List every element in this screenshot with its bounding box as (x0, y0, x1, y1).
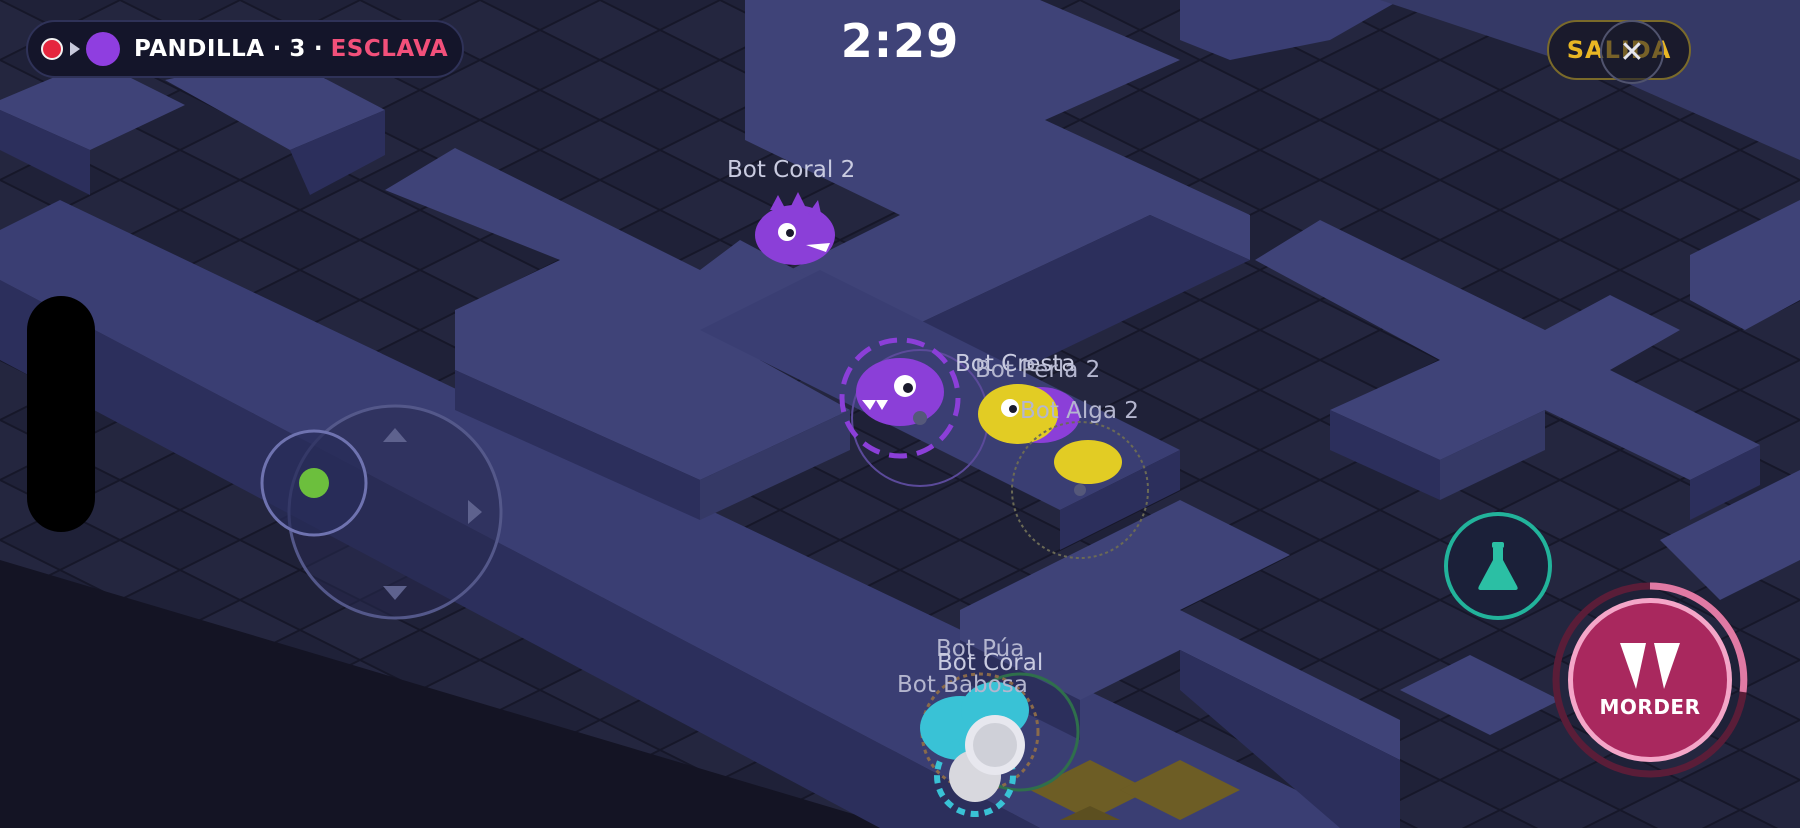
close-button[interactable]: ✕ (1600, 20, 1664, 84)
name-bot-coral-2: Bot Coral 2 (727, 157, 856, 183)
name-bot-babosa: Bot Babosa (897, 672, 1028, 698)
bite-control[interactable]: MORDER (1550, 580, 1750, 780)
team-label: PANDILLA (134, 36, 265, 62)
role-label: ESCLAVA (330, 36, 449, 62)
joystick-knob-dot (299, 468, 329, 498)
bite-button[interactable]: MORDER (1568, 598, 1732, 762)
record-dot-icon (41, 38, 63, 60)
team-count: 3 (289, 36, 306, 62)
flask-icon (1478, 542, 1518, 590)
name-bot-perla-2: Bot Perla 2 (975, 357, 1101, 383)
game-arena (0, 0, 1800, 828)
separator-2: · (313, 36, 323, 62)
name-bot-alga-2: Bot Alga 2 (1020, 398, 1139, 424)
match-timer: 2:29 (840, 14, 960, 68)
bite-button-label: MORDER (1599, 695, 1701, 719)
fangs-icon (1620, 643, 1680, 689)
separator-1: · (272, 36, 282, 62)
potion-button[interactable] (1444, 512, 1552, 620)
arrow-right-icon (70, 42, 80, 56)
side-handle (27, 296, 95, 532)
close-icon: ✕ (1619, 34, 1645, 70)
team-status-pill: PANDILLA · 3 · ESCLAVA (26, 20, 464, 78)
team-color-icon (86, 32, 120, 66)
